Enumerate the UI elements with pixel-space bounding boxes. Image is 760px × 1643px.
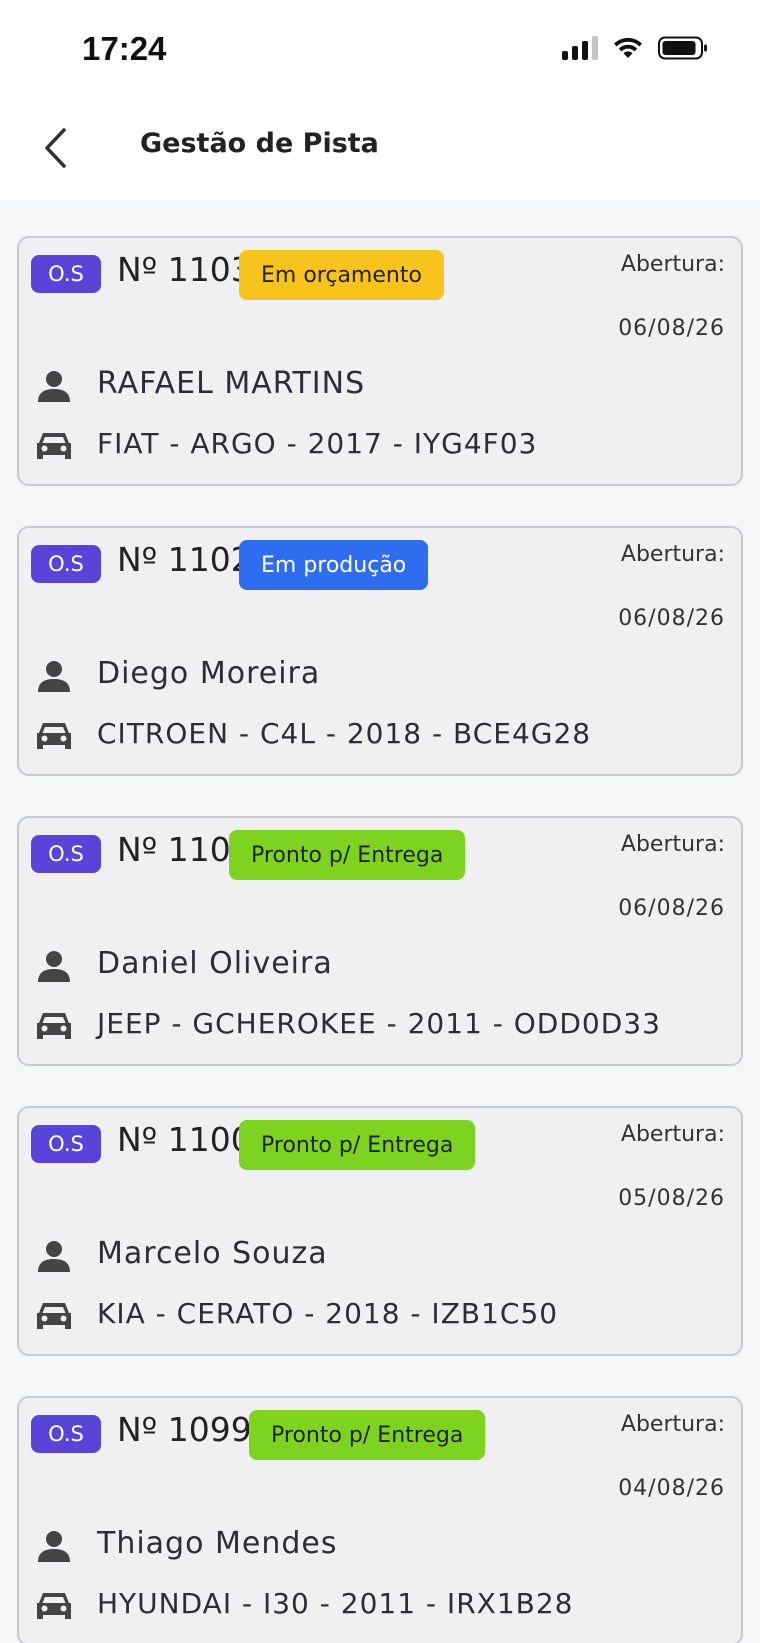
screen: 17:24 Gestão de Pista O.S Nº 1103 Em orç… <box>0 0 760 1643</box>
car-icon <box>35 1588 73 1624</box>
status-badge: Em orçamento <box>239 250 444 300</box>
service-order-card[interactable]: O.S Nº 1100 Pronto p/ Entrega Abertura: … <box>17 1106 743 1356</box>
vehicle-info: FIAT - ARGO - 2017 - IYG4F03 <box>97 427 538 460</box>
customer-name: RAFAEL MARTINS <box>97 366 366 401</box>
os-badge: O.S <box>31 1415 101 1453</box>
opening-date: 06/08/26 <box>618 896 725 921</box>
page-title: Gestão de Pista <box>140 128 379 159</box>
os-badge: O.S <box>31 545 101 583</box>
order-number: Nº 1099 <box>117 1410 252 1449</box>
service-order-card[interactable]: O.S Nº 1101 Pronto p/ Entrega Abertura: … <box>17 816 743 1066</box>
opening-label: Abertura: <box>620 252 725 277</box>
order-number: Nº 1102 <box>117 540 252 579</box>
service-order-list: O.S Nº 1103 Em orçamento Abertura: 06/08… <box>17 236 743 1643</box>
status-icons <box>562 36 708 60</box>
cellular-signal-icon <box>562 36 598 60</box>
opening-date: 06/08/26 <box>618 606 725 631</box>
chevron-left-icon <box>45 128 66 168</box>
opening-label: Abertura: <box>620 1122 725 1147</box>
status-badge: Pronto p/ Entrega <box>229 830 466 880</box>
battery-icon <box>658 36 707 60</box>
back-button[interactable] <box>30 120 80 176</box>
opening-label: Abertura: <box>620 1412 725 1437</box>
opening-date: 05/08/26 <box>618 1186 725 1211</box>
vehicle-info: JEEP - GCHEROKEE - 2011 - ODD0D33 <box>97 1007 661 1040</box>
service-order-card[interactable]: O.S Nº 1103 Em orçamento Abertura: 06/08… <box>17 236 743 486</box>
customer-name: Marcelo Souza <box>97 1236 328 1271</box>
service-order-card[interactable]: O.S Nº 1102 Em produção Abertura: 06/08/… <box>17 526 743 776</box>
person-icon <box>35 1238 73 1274</box>
vehicle-info: KIA - CERATO - 2018 - IZB1C50 <box>97 1297 559 1330</box>
car-icon <box>35 1298 73 1334</box>
status-bar: 17:24 <box>0 0 760 100</box>
car-icon <box>35 718 73 754</box>
app-header: Gestão de Pista <box>0 100 760 200</box>
vehicle-info: CITROEN - C4L - 2018 - BCE4G28 <box>97 717 592 750</box>
os-badge: O.S <box>31 1125 101 1163</box>
car-icon <box>35 1008 73 1044</box>
wifi-icon <box>614 37 642 58</box>
person-icon <box>35 948 73 984</box>
person-icon <box>35 1528 73 1564</box>
opening-label: Abertura: <box>620 832 725 857</box>
os-badge: O.S <box>31 255 101 293</box>
status-badge: Em produção <box>239 540 429 590</box>
car-icon <box>35 428 73 464</box>
order-number: Nº 1100 <box>117 1120 252 1159</box>
customer-name: Daniel Oliveira <box>97 946 333 981</box>
customer-name: Diego Moreira <box>97 656 321 691</box>
order-number: Nº 1103 <box>117 250 252 289</box>
os-badge: O.S <box>31 835 101 873</box>
opening-label: Abertura: <box>620 542 725 567</box>
customer-name: Thiago Mendes <box>97 1526 338 1561</box>
person-icon <box>35 368 73 404</box>
status-time: 17:24 <box>82 30 167 67</box>
vehicle-info: HYUNDAI - I30 - 2011 - IRX1B28 <box>97 1587 574 1620</box>
opening-date: 04/08/26 <box>618 1476 725 1501</box>
service-order-card[interactable]: O.S Nº 1099 Pronto p/ Entrega Abertura: … <box>17 1396 743 1643</box>
status-badge: Pronto p/ Entrega <box>249 1410 486 1460</box>
person-icon <box>35 658 73 694</box>
opening-date: 06/08/26 <box>618 316 725 341</box>
status-badge: Pronto p/ Entrega <box>239 1120 476 1170</box>
